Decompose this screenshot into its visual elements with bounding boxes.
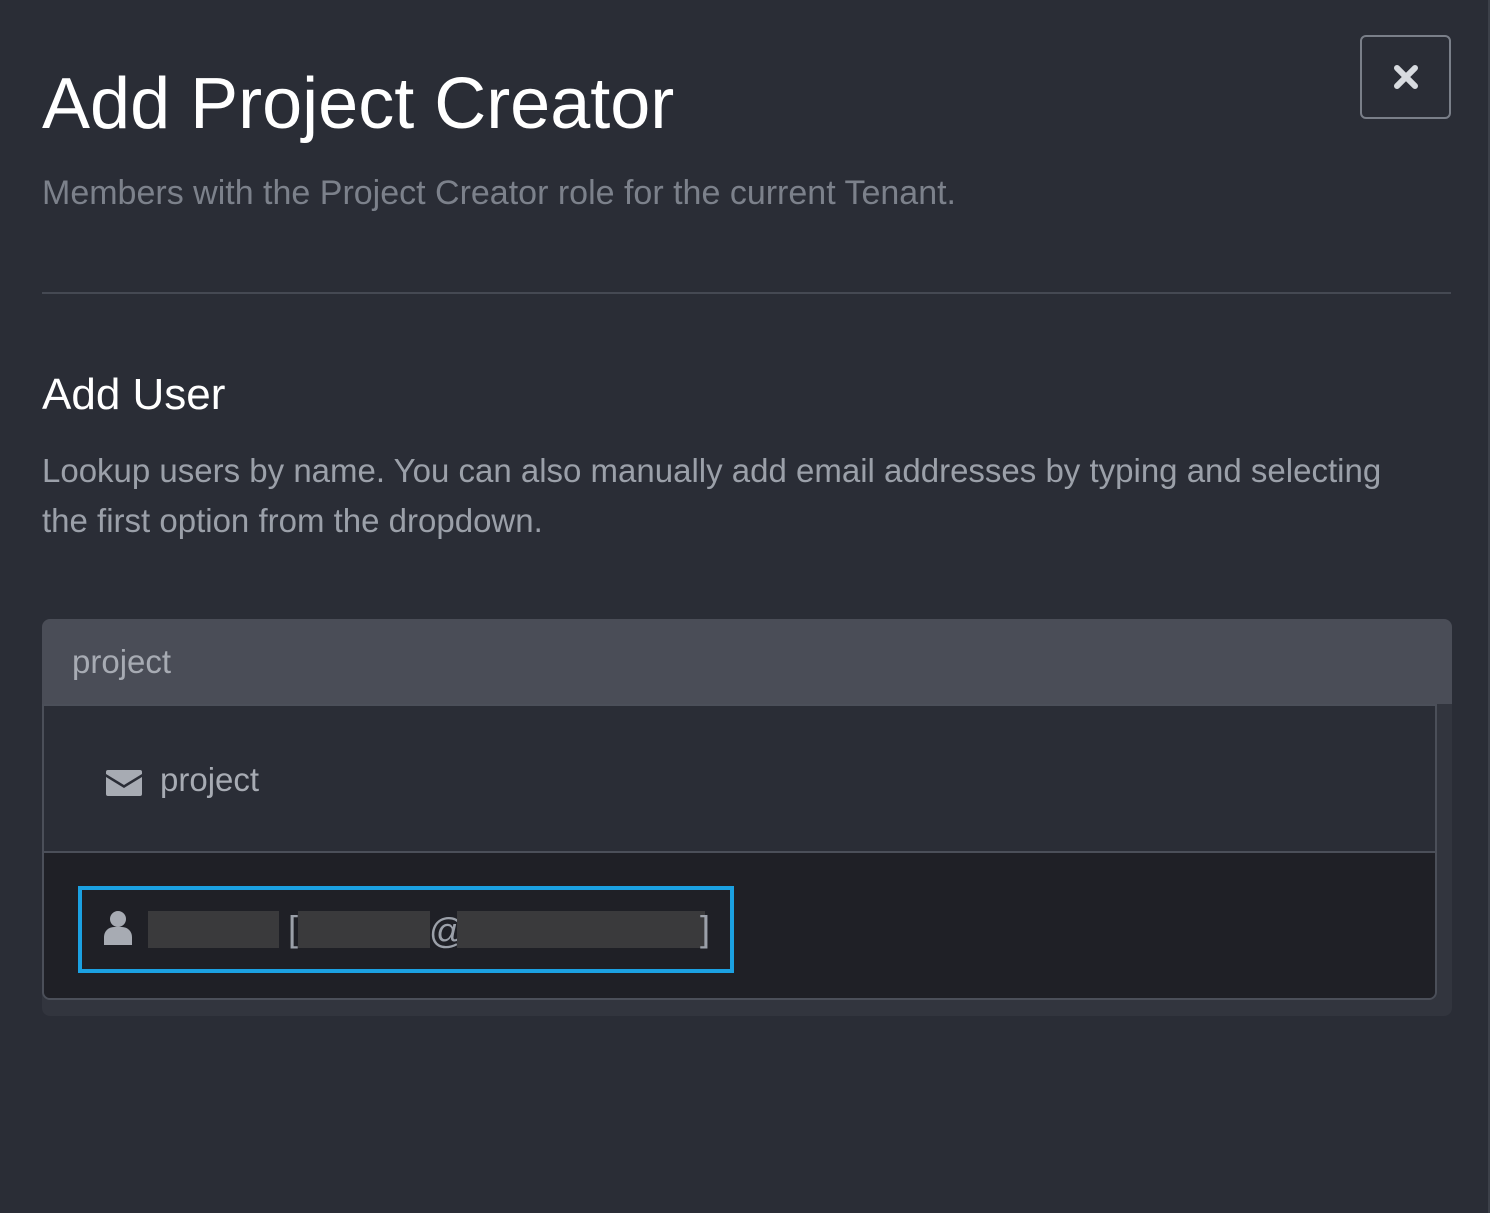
add-user-help-text: Lookup users by name. You can also manua… <box>42 452 1382 539</box>
add-project-creator-dialog: Add Project Creator Members with the Pro… <box>0 0 1490 1213</box>
redacted-email-domain <box>457 911 705 948</box>
open-bracket: [ <box>288 908 299 949</box>
close-button[interactable] <box>1360 35 1451 119</box>
dialog-title: Add Project Creator <box>42 64 675 144</box>
user-icon <box>104 911 132 945</box>
dialog-subtitle: Members with the Project Creator role fo… <box>42 174 956 212</box>
user-suggestions-dropdown: project [ @ ] <box>42 704 1437 1000</box>
divider <box>42 292 1451 294</box>
email-option-label: project <box>160 761 260 798</box>
redacted-email-local <box>298 911 430 948</box>
redacted-user-name <box>148 911 279 948</box>
dropdown-option-user[interactable]: [ @ ] <box>44 853 1435 998</box>
add-user-heading: Add User <box>42 370 226 419</box>
close-icon <box>1393 65 1418 89</box>
dropdown-option-email[interactable]: project <box>44 706 1435 853</box>
close-bracket: ] <box>700 908 711 949</box>
user-search-input[interactable] <box>42 619 1452 704</box>
envelope-icon <box>106 770 142 796</box>
